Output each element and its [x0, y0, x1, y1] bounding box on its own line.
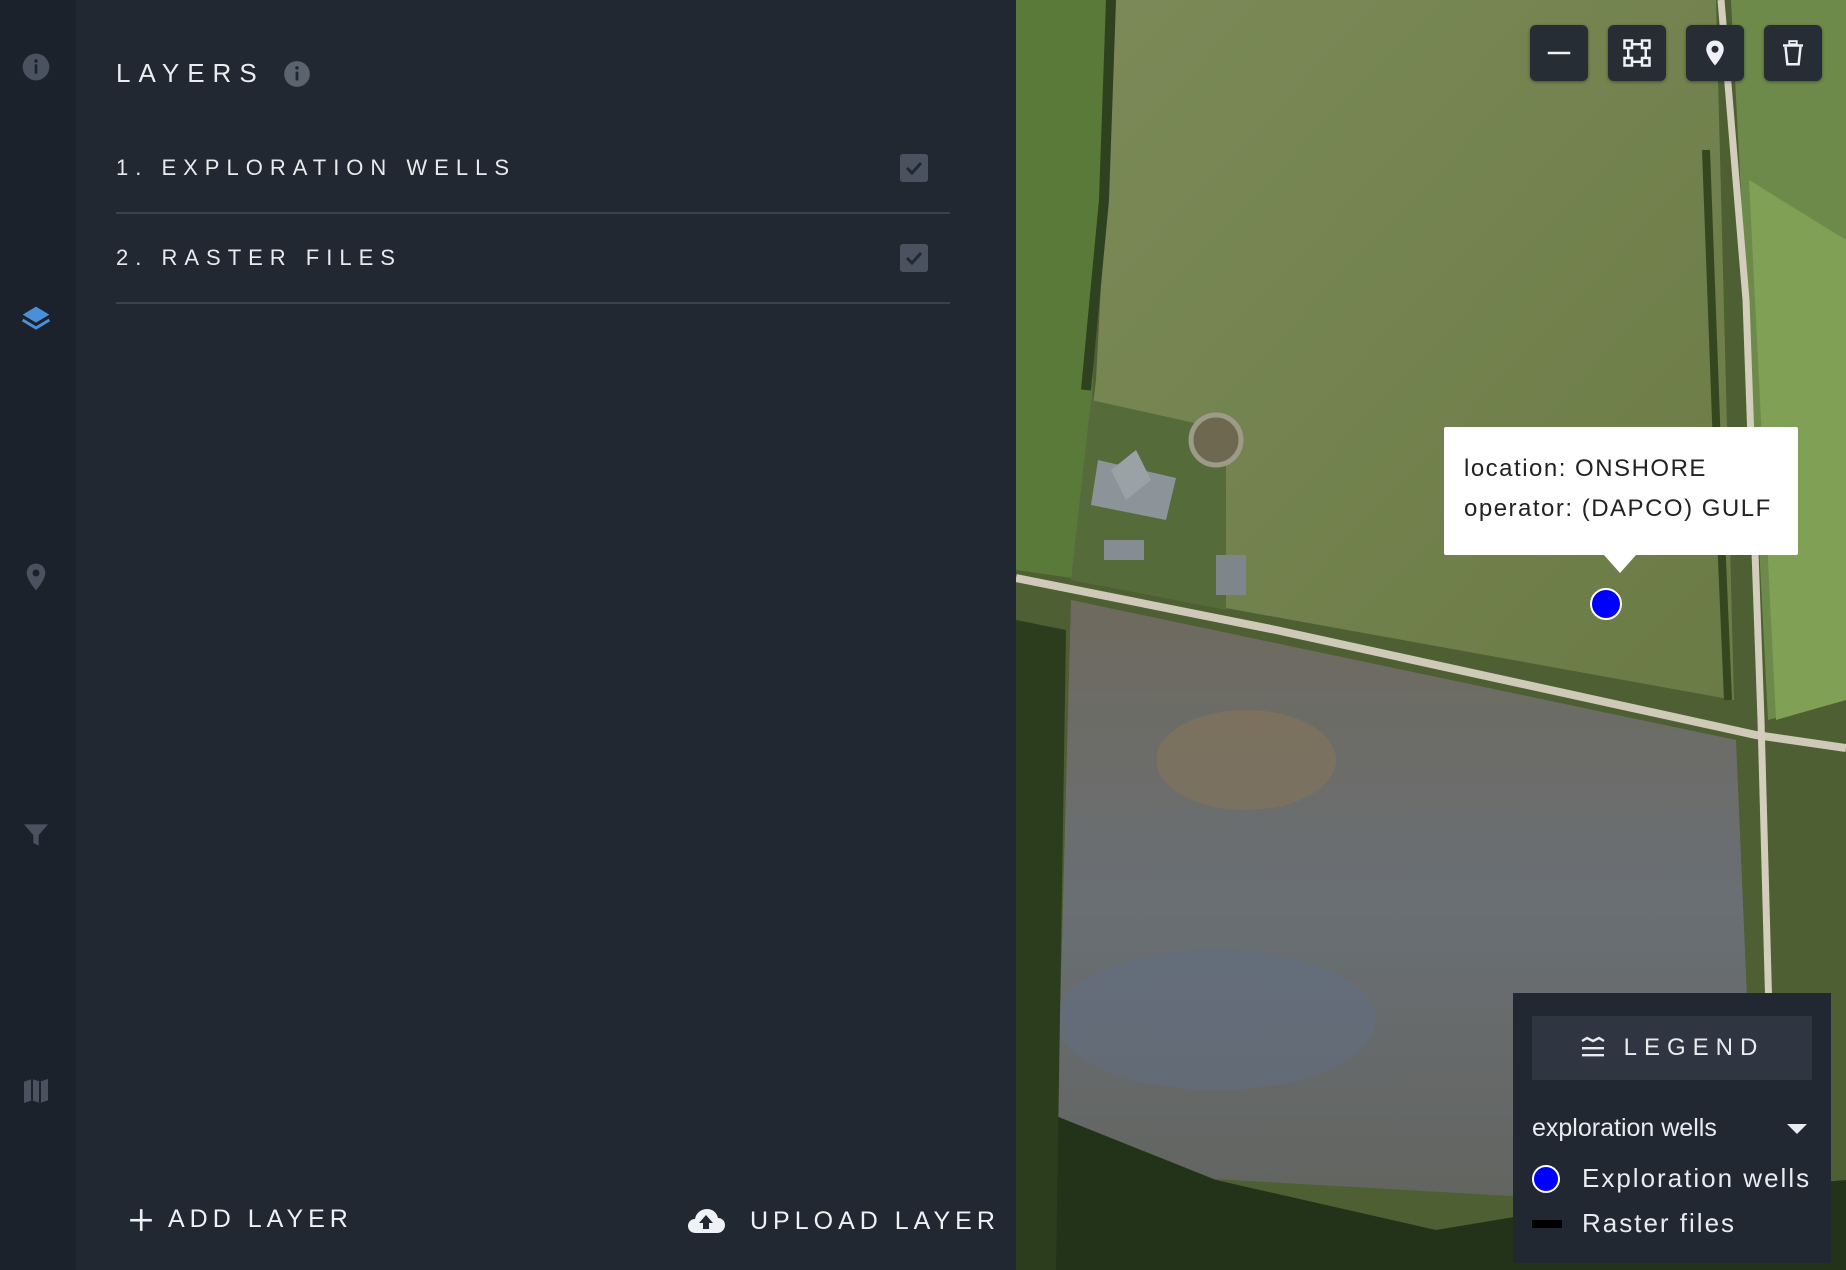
- map-icon[interactable]: [19, 1074, 53, 1108]
- upload-layer-button[interactable]: UPLOAD LAYER: [686, 1205, 1000, 1237]
- draw-line-button[interactable]: [1530, 25, 1588, 81]
- polygon-draw-icon: [1623, 39, 1651, 67]
- map-marker-icon[interactable]: [19, 560, 53, 594]
- trash-icon: [1783, 40, 1803, 66]
- plus-icon: [130, 1208, 152, 1231]
- info-icon[interactable]: [283, 60, 311, 88]
- panel-title: LAYERS: [116, 58, 265, 88]
- legend-item-exploration-wells: Exploration wells: [1532, 1163, 1812, 1194]
- legend-panel: LEGEND exploration wells Exploration wel…: [1513, 993, 1831, 1263]
- layer-row-exploration-wells[interactable]: 1. EXPLORATION WELLS: [116, 124, 950, 214]
- sidebar-rail: [0, 0, 76, 1270]
- legend-item-raster-files: Raster files: [1532, 1208, 1812, 1239]
- layer-label: 1. EXPLORATION WELLS: [116, 155, 517, 180]
- point-marker-icon: [1706, 40, 1724, 66]
- legend-item-label: Exploration wells: [1582, 1163, 1812, 1193]
- layers-panel: LAYERS 1. EXPLORATION WELLS 2. RASTER FI…: [76, 0, 1016, 1270]
- feature-popup: location: ONSHORE operator: (DAPCO) GULF: [1444, 427, 1798, 573]
- map-view[interactable]: location: ONSHORE operator: (DAPCO) GULF…: [1016, 0, 1846, 1270]
- legend-icon: [1581, 1036, 1605, 1057]
- filter-icon[interactable]: [19, 818, 53, 852]
- add-layer-button[interactable]: ADD LAYER: [128, 1205, 353, 1234]
- legend-selected-layer: exploration wells: [1532, 1114, 1717, 1142]
- cloud-upload-icon: [688, 1209, 725, 1233]
- legend-layer-select[interactable]: exploration wells: [1532, 1114, 1812, 1143]
- upload-layer-label: UPLOAD LAYER: [750, 1206, 1000, 1235]
- line-symbol-icon: [1532, 1219, 1562, 1228]
- popup-location: location: ONSHORE: [1464, 455, 1707, 482]
- layer-row-raster-files[interactable]: 2. RASTER FILES: [116, 214, 950, 304]
- add-layer-label: ADD LAYER: [168, 1205, 353, 1233]
- layers-icon[interactable]: [19, 303, 53, 337]
- legend-title: LEGEND: [1623, 1034, 1765, 1061]
- chevron-down-icon: [1787, 1123, 1807, 1134]
- layer-checkbox[interactable]: [900, 154, 928, 182]
- layer-label: 2. RASTER FILES: [116, 245, 402, 270]
- delete-button[interactable]: [1764, 25, 1822, 81]
- checkmark-icon: [905, 161, 923, 176]
- info-icon[interactable]: [19, 50, 53, 84]
- exploration-well-marker[interactable]: [1590, 588, 1622, 620]
- line-draw-icon: [1547, 51, 1571, 55]
- legend-item-label: Raster files: [1582, 1208, 1737, 1238]
- circle-symbol-icon: [1532, 1164, 1560, 1193]
- panel-header: LAYERS: [116, 58, 311, 89]
- checkmark-icon: [905, 251, 923, 266]
- layer-checkbox[interactable]: [900, 244, 928, 272]
- draw-polygon-button[interactable]: [1608, 25, 1666, 81]
- draw-point-button[interactable]: [1686, 25, 1744, 81]
- popup-operator: operator: (DAPCO) GULF: [1464, 495, 1772, 522]
- legend-toggle[interactable]: LEGEND: [1532, 1016, 1812, 1080]
